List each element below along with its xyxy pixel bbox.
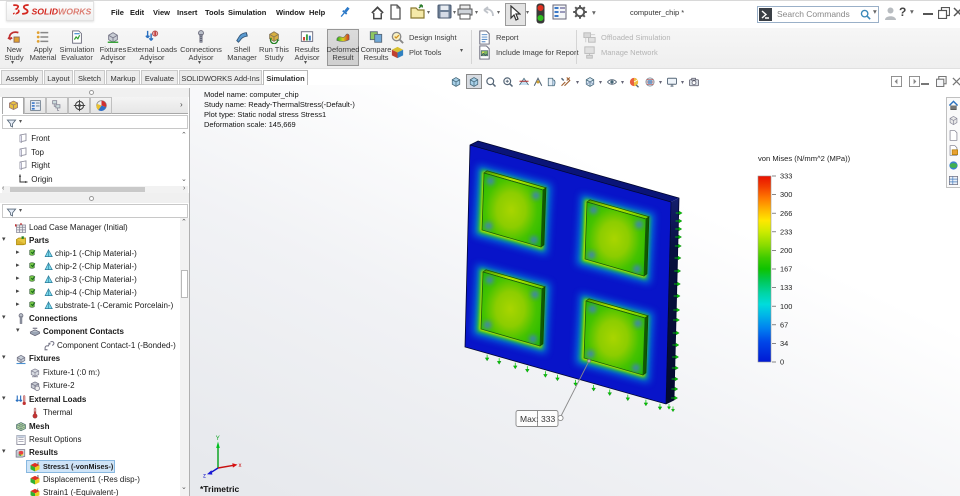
svg-text:133: 133 bbox=[780, 283, 792, 292]
svg-text:Y: Y bbox=[216, 436, 220, 442]
svg-text:x: x bbox=[239, 463, 242, 469]
svg-text:333: 333 bbox=[780, 172, 792, 181]
svg-text:*Trimetric: *Trimetric bbox=[200, 484, 239, 494]
svg-text:233: 233 bbox=[780, 227, 792, 236]
svg-text:0: 0 bbox=[780, 358, 784, 367]
svg-text:100: 100 bbox=[780, 302, 792, 311]
svg-text:σ: σ bbox=[37, 461, 40, 465]
svg-text:SOLIDWORKS: SOLIDWORKS bbox=[32, 7, 92, 17]
svg-text:z: z bbox=[203, 474, 206, 480]
svg-text:67: 67 bbox=[780, 320, 788, 329]
svg-text:200: 200 bbox=[780, 246, 792, 255]
svg-text:266: 266 bbox=[780, 209, 792, 218]
svg-text:34: 34 bbox=[780, 339, 788, 348]
svg-text:167: 167 bbox=[780, 265, 792, 274]
svg-text:von Mises (N/mm^2 (MPa)): von Mises (N/mm^2 (MPa)) bbox=[758, 154, 851, 163]
svg-text:300: 300 bbox=[780, 190, 792, 199]
svg-text:Max:: Max: bbox=[520, 414, 538, 424]
svg-text:δ: δ bbox=[37, 474, 39, 478]
svg-text:333: 333 bbox=[541, 414, 555, 424]
